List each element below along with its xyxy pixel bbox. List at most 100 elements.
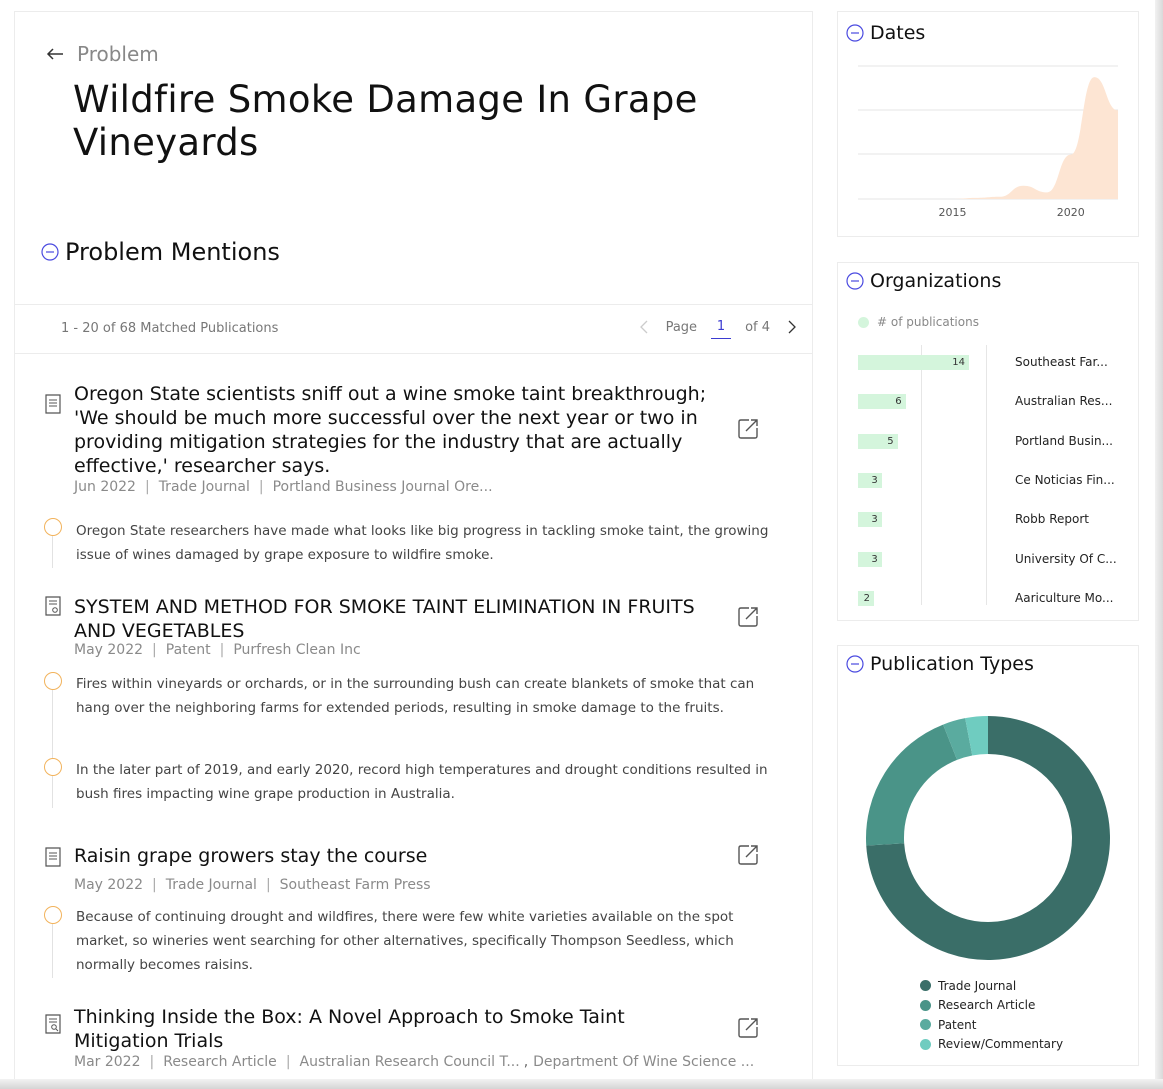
collapse-icon[interactable]	[41, 243, 59, 261]
snippet-marker	[44, 518, 62, 536]
page-title: Wildfire Smoke Damage In Grape Vineyards	[73, 78, 698, 164]
dates-chart: 2015 2020	[858, 65, 1118, 219]
timeline-line	[52, 534, 53, 568]
legend-label: Trade Journal	[938, 978, 1017, 993]
result-meta: Jun 2022 | Trade Journal | Portland Business…	[74, 479, 493, 495]
donut-slice[interactable]	[943, 718, 973, 761]
snippet-marker	[44, 672, 62, 690]
mentions-section-header[interactable]: Problem Mentions	[41, 238, 280, 266]
snippet-text: In the later part of 2019, and early 202…	[76, 762, 768, 802]
org-name-label[interactable]: Aariculture Mo...	[1015, 591, 1113, 605]
result-type: Patent	[165, 642, 211, 658]
patent-icon	[45, 596, 61, 616]
snippet-text: Oregon State researchers have made what …	[76, 523, 769, 563]
donut-slice[interactable]	[866, 724, 958, 846]
result-type: Trade Journal	[158, 479, 250, 495]
timeline-line	[52, 774, 53, 808]
org-bar[interactable]: 3	[858, 512, 882, 528]
legend-dot	[920, 980, 931, 992]
collapse-icon[interactable]	[846, 272, 864, 290]
snippet-text: Because of continuing drought and wildfi…	[76, 909, 734, 973]
result-date: May 2022	[74, 642, 144, 658]
org-bar[interactable]: 6	[858, 394, 906, 410]
orgs-legend: # of publications	[858, 315, 979, 329]
legend-dot	[920, 1019, 931, 1031]
research-article-icon	[45, 1014, 61, 1034]
legend-label: Review/Commentary	[938, 1037, 1064, 1052]
prev-page-button[interactable]	[636, 317, 652, 337]
org-name-label[interactable]: University Of C...	[1015, 552, 1117, 566]
snippet-marker	[44, 758, 62, 776]
collapse-icon[interactable]	[846, 24, 864, 42]
x-tick-label: 2015	[939, 206, 967, 219]
result-type: Research Article	[163, 1054, 277, 1070]
org-name-label[interactable]: Portland Busin...	[1015, 434, 1113, 448]
result-source[interactable]: Purfresh Clean Inc	[233, 642, 360, 658]
result-meta: May 2022 | Patent | Purfresh Clean Inc	[74, 642, 361, 658]
card-title: Organizations	[870, 270, 1002, 292]
document-icon	[45, 394, 61, 414]
org-bar-value: 3	[871, 553, 878, 565]
org-name-label[interactable]: Ce Noticias Fin...	[1015, 473, 1115, 487]
legend-dot	[920, 999, 931, 1011]
legend-item[interactable]: Patent	[920, 1015, 1063, 1035]
current-page[interactable]: 1	[711, 319, 732, 339]
snippet-marker	[44, 906, 62, 924]
problem-panel: Problem Wildfire Smoke Damage In Grape V…	[14, 11, 813, 1083]
result-meta: Mar 2022 | Research Article | Australian Res…	[74, 1054, 755, 1070]
org-bar-value: 5	[887, 435, 894, 447]
external-link-icon[interactable]	[737, 418, 759, 440]
pagination-bar: 1 - 20 of 68 Matched Publications Page 1…	[15, 304, 812, 354]
dates-card: Dates 2015 2020	[837, 11, 1139, 237]
org-bar[interactable]: 14	[858, 355, 969, 370]
back-label[interactable]: Problem	[77, 42, 159, 66]
result-title[interactable]: Oregon State scientists sniff out a wine…	[74, 382, 724, 478]
org-name-label[interactable]: Southeast Far...	[1015, 355, 1108, 369]
result-title[interactable]: SYSTEM AND METHOD FOR SMOKE TAINT ELIMIN…	[74, 595, 724, 643]
result-date: Mar 2022	[74, 1054, 141, 1070]
publication-types-card: Publication Types Trade Journal Research …	[837, 645, 1139, 1066]
card-title: Publication Types	[870, 653, 1034, 675]
axis-gridline	[986, 345, 987, 605]
donut-slice[interactable]	[965, 716, 989, 756]
next-page-button[interactable]	[784, 317, 800, 337]
org-bar[interactable]: 2	[858, 590, 874, 606]
breadcrumb[interactable]: Problem	[45, 42, 159, 66]
org-bar-value: 2	[863, 592, 870, 604]
result-source[interactable]: Portland Business Journal Ore...	[273, 479, 493, 495]
org-bar[interactable]: 3	[858, 551, 882, 567]
x-tick-label: 2020	[1057, 206, 1085, 219]
org-bar-value: 3	[871, 474, 878, 486]
result-meta: May 2022 | Trade Journal | Southeast Farm Pr…	[74, 877, 431, 893]
legend-item[interactable]: Trade Journal	[920, 976, 1063, 996]
external-link-icon[interactable]	[737, 844, 759, 866]
external-link-icon[interactable]	[737, 1017, 759, 1039]
org-name-label[interactable]: Robb Report	[1015, 512, 1089, 526]
app-window: Problem Wildfire Smoke Damage In Grape V…	[0, 0, 1163, 1089]
legend-label: Patent	[938, 1017, 977, 1032]
collapse-icon[interactable]	[846, 655, 864, 673]
org-bar[interactable]: 5	[858, 433, 898, 449]
organizations-card: Organizations # of publications 14 Southe…	[837, 262, 1139, 621]
legend-item[interactable]: Review/Commentary	[920, 1035, 1063, 1055]
dates-card-header[interactable]: Dates	[846, 22, 925, 44]
result-type: Trade Journal	[165, 877, 257, 893]
org-name-label[interactable]: Australian Res...	[1015, 394, 1112, 408]
page-total: of 4	[745, 319, 770, 335]
result-source[interactable]: Australian Research Council T...	[300, 1054, 520, 1070]
axis-gridline	[921, 345, 922, 605]
result-title[interactable]: Raisin grape growers stay the course	[74, 844, 724, 868]
pubtypes-card-header[interactable]: Publication Types	[846, 653, 1034, 675]
result-title[interactable]: Thinking Inside the Box: A Novel Approac…	[74, 1005, 724, 1053]
orgs-card-header[interactable]: Organizations	[846, 270, 1001, 292]
legend-label: Research Article	[938, 998, 1036, 1013]
external-link-icon[interactable]	[737, 606, 759, 628]
result-date: May 2022	[74, 877, 144, 893]
legend-item[interactable]: Research Article	[920, 996, 1063, 1016]
result-source-secondary[interactable]: Department Of Wine Science ...	[533, 1054, 754, 1070]
back-arrow-icon[interactable]	[45, 44, 65, 64]
result-source[interactable]: Southeast Farm Press	[280, 877, 431, 893]
org-bar-value: 14	[952, 357, 965, 368]
org-bar[interactable]: 3	[858, 472, 882, 488]
legend-dot	[920, 1038, 931, 1050]
